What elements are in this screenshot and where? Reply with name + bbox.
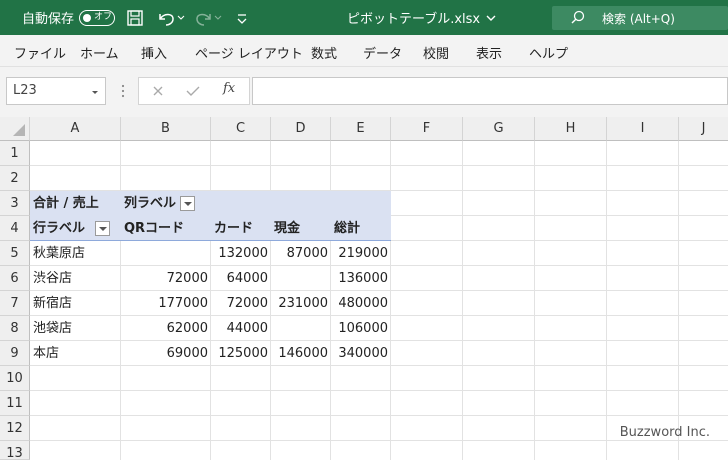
column-header-e[interactable]: E (331, 117, 391, 141)
pivot-cell[interactable]: 69000 (121, 341, 211, 366)
save-icon[interactable] (126, 0, 144, 35)
pivot-column-labels[interactable]: 列ラベル (121, 191, 241, 216)
column-header-i[interactable]: I (607, 117, 679, 141)
pivot-cell[interactable]: 177000 (121, 291, 211, 316)
row-header-11[interactable]: 11 (0, 391, 30, 416)
column-header-c[interactable]: C (211, 117, 271, 141)
pivot-value-header[interactable]: 合計 / 売上 (30, 191, 121, 216)
pivot-cell[interactable]: 72000 (211, 291, 271, 316)
customize-toolbar-icon[interactable] (236, 0, 248, 35)
autosave-label: 自動保存 (22, 12, 75, 27)
pivot-row-label[interactable]: 渋谷店 (30, 266, 121, 291)
tab-data[interactable]: データ (363, 43, 402, 62)
column-labels-text: 列ラベル (124, 196, 177, 211)
pivot-cell[interactable]: 106000 (331, 316, 391, 341)
tab-review[interactable]: 校閲 (423, 43, 449, 62)
pivot-cell[interactable]: 219000 (331, 241, 391, 266)
autosave-state: オフ (94, 11, 113, 22)
tab-formulas[interactable]: 数式 (311, 43, 337, 62)
row-header-2[interactable]: 2 (0, 166, 30, 191)
tab-home[interactable]: ホーム (80, 43, 119, 62)
undo-icon[interactable] (156, 0, 186, 35)
tab-file[interactable]: ファイル (14, 43, 66, 62)
pivot-col-header-cash[interactable]: 現金 (271, 216, 331, 241)
row-header-12[interactable]: 12 (0, 416, 30, 441)
chevron-down-icon (92, 91, 98, 94)
name-box[interactable]: L23 (6, 77, 106, 105)
pivot-cell[interactable]: 132000 (211, 241, 271, 266)
pivot-row-label[interactable]: 本店 (30, 341, 121, 366)
row-filter-dropdown-icon[interactable] (95, 221, 111, 236)
row-header-10[interactable]: 10 (0, 366, 30, 391)
select-all-corner[interactable] (0, 117, 30, 141)
pivot-cell[interactable]: 87000 (271, 241, 331, 266)
tab-view[interactable]: 表示 (476, 43, 502, 62)
autosave-toggle[interactable]: オフ (79, 9, 116, 26)
pivot-cell[interactable] (121, 241, 211, 266)
column-header-a[interactable]: A (30, 117, 121, 141)
title-bar: 自動保存 オフ ピボットテーブル.xlsx 検索 (Alt+Q) (0, 0, 728, 35)
pivot-col-header-total[interactable]: 総計 (331, 216, 391, 241)
column-header-f[interactable]: F (391, 117, 463, 141)
pivot-cell[interactable]: 64000 (211, 266, 271, 291)
autosave-control[interactable]: 自動保存 オフ (22, 0, 116, 35)
row-header-9[interactable]: 9 (0, 341, 30, 366)
pivot-cell[interactable]: 146000 (271, 341, 331, 366)
enter-check-icon[interactable] (185, 84, 201, 98)
pivot-cell[interactable]: 44000 (211, 316, 271, 341)
formula-buttons: fx (138, 77, 250, 105)
row-header-5[interactable]: 5 (0, 241, 30, 266)
ribbon-tabs: ファイル ホーム 挿入 ページ レイアウト 数式 データ 校閲 表示 ヘルプ (0, 35, 728, 67)
insert-function-icon[interactable]: fx (223, 81, 235, 96)
pivot-cell[interactable]: 136000 (331, 266, 391, 291)
name-box-value: L23 (13, 83, 37, 98)
row-header-6[interactable]: 6 (0, 266, 30, 291)
watermark: Buzzword Inc. (619, 425, 710, 440)
chevron-down-icon (486, 15, 496, 21)
more-options-icon[interactable] (120, 83, 126, 99)
pivot-row-label[interactable]: 新宿店 (30, 291, 121, 316)
column-header-g[interactable]: G (463, 117, 535, 141)
pivot-cell[interactable]: 340000 (331, 341, 391, 366)
row-header-4[interactable]: 4 (0, 216, 30, 241)
pivot-cell[interactable]: 231000 (271, 291, 331, 316)
search-label: 検索 (Alt+Q) (602, 11, 675, 26)
pivot-cell[interactable] (271, 266, 331, 291)
pivot-cell[interactable]: 480000 (331, 291, 391, 316)
row-header-7[interactable]: 7 (0, 291, 30, 316)
formula-bar: L23 fx (0, 67, 728, 117)
file-name: ピボットテーブル.xlsx (347, 12, 481, 27)
column-header-h[interactable]: H (535, 117, 607, 141)
pivot-row-label[interactable]: 秋葉原店 (30, 241, 121, 266)
row-header-1[interactable]: 1 (0, 141, 30, 166)
pivot-cell[interactable]: 125000 (211, 341, 271, 366)
redo-icon[interactable] (194, 0, 224, 35)
search-icon (571, 10, 585, 24)
pivot-cell[interactable]: 62000 (121, 316, 211, 341)
spreadsheet-grid[interactable]: A B C D E F G H I J 1 2 3 4 5 6 7 8 9 10… (0, 117, 728, 461)
formula-input[interactable] (252, 77, 728, 105)
pivot-cell[interactable]: 72000 (121, 266, 211, 291)
column-header-d[interactable]: D (271, 117, 331, 141)
row-labels-text: 行ラベル (33, 221, 86, 236)
tab-insert[interactable]: 挿入 (141, 43, 167, 62)
tab-help[interactable]: ヘルプ (529, 43, 568, 62)
pivot-row-label[interactable]: 池袋店 (30, 316, 121, 341)
row-header-8[interactable]: 8 (0, 316, 30, 341)
cancel-icon[interactable] (151, 84, 165, 98)
pivot-col-header-qr[interactable]: QRコード (121, 216, 211, 241)
column-filter-dropdown-icon[interactable] (180, 196, 196, 211)
row-header-13[interactable]: 13 (0, 441, 30, 461)
pivot-col-header-card[interactable]: カード (211, 216, 271, 241)
toggle-knob (83, 13, 92, 22)
search-box[interactable]: 検索 (Alt+Q) (552, 6, 728, 30)
column-header-j[interactable]: J (679, 117, 728, 141)
tab-page-layout[interactable]: ページ レイアウト (195, 43, 303, 62)
column-header-b[interactable]: B (121, 117, 211, 141)
pivot-cell[interactable] (271, 316, 331, 341)
pivot-row-labels[interactable]: 行ラベル (30, 216, 121, 241)
file-title[interactable]: ピボットテーブル.xlsx (347, 0, 498, 35)
row-header-3[interactable]: 3 (0, 191, 30, 216)
